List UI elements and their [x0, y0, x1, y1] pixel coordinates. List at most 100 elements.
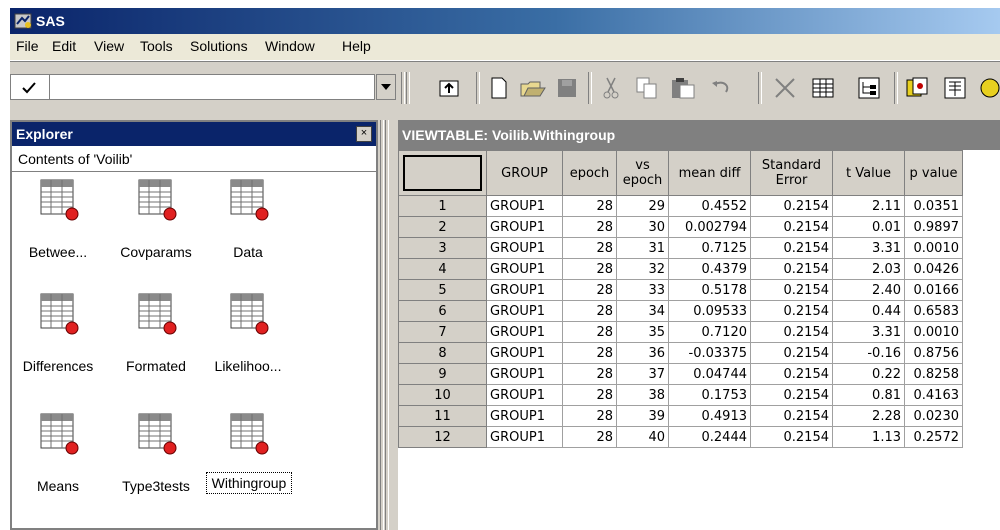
row-number[interactable]: 3 — [398, 237, 487, 259]
explorer-item-data[interactable]: Data — [202, 178, 294, 274]
table-cell[interactable]: -0.16 — [832, 342, 905, 364]
table-cell[interactable]: 0.2154 — [750, 237, 833, 259]
table-cell[interactable]: 0.0010 — [904, 321, 963, 343]
menu-window[interactable]: Window — [265, 38, 315, 54]
table-cell[interactable]: 38 — [616, 384, 669, 406]
table-cell[interactable]: GROUP1 — [486, 300, 563, 322]
table-cell[interactable]: 28 — [562, 216, 617, 238]
table-cell[interactable]: 28 — [562, 426, 617, 448]
open-button[interactable] — [518, 74, 548, 102]
table-row[interactable]: 1 GROUP1 28 29 0.4552 0.2154 2.11 0.0351 — [398, 195, 963, 217]
table-cell[interactable]: 0.7120 — [668, 321, 751, 343]
table-cell[interactable]: 0.6583 — [904, 300, 963, 322]
menu-view[interactable]: View — [94, 38, 124, 54]
cut-button[interactable] — [596, 74, 626, 102]
title-bar[interactable]: SAS — [10, 8, 1000, 34]
row-number[interactable]: 12 — [398, 426, 487, 448]
submit-command-button[interactable] — [10, 74, 50, 100]
table-cell[interactable]: 28 — [562, 321, 617, 343]
table-cell[interactable]: 0.4163 — [904, 384, 963, 406]
explorer-item-differences[interactable]: Differences — [12, 292, 104, 388]
table-cell[interactable]: 2.11 — [832, 195, 905, 217]
table-cell[interactable]: 28 — [562, 300, 617, 322]
command-dropdown-button[interactable] — [376, 74, 396, 100]
table-cell[interactable]: 28 — [562, 279, 617, 301]
row-number[interactable]: 7 — [398, 321, 487, 343]
table-cell[interactable]: 0.5178 — [668, 279, 751, 301]
menu-tools[interactable]: Tools — [140, 38, 173, 54]
row-number[interactable]: 11 — [398, 405, 487, 427]
row-number[interactable]: 1 — [398, 195, 487, 217]
menu-edit[interactable]: Edit — [52, 38, 76, 54]
column-header[interactable]: Standard Error — [750, 150, 833, 196]
table-row[interactable]: 9 GROUP1 28 37 0.04744 0.2154 0.22 0.8258 — [398, 363, 963, 385]
table-row[interactable]: 5 GROUP1 28 33 0.5178 0.2154 2.40 0.0166 — [398, 279, 963, 301]
command-input[interactable] — [50, 74, 375, 100]
table-cell[interactable]: 35 — [616, 321, 669, 343]
table-cell[interactable]: 0.1753 — [668, 384, 751, 406]
table-cell[interactable]: GROUP1 — [486, 426, 563, 448]
table-cell[interactable]: 0.2572 — [904, 426, 963, 448]
table-cell[interactable]: 28 — [562, 405, 617, 427]
row-number[interactable]: 9 — [398, 363, 487, 385]
table-cell[interactable]: 3.31 — [832, 237, 905, 259]
table-cell[interactable]: 29 — [616, 195, 669, 217]
row-number[interactable]: 5 — [398, 279, 487, 301]
row-number[interactable]: 8 — [398, 342, 487, 364]
table-cell[interactable]: 33 — [616, 279, 669, 301]
column-header[interactable]: t Value — [832, 150, 905, 196]
open-folder-button[interactable] — [434, 74, 464, 102]
table-cell[interactable]: GROUP1 — [486, 216, 563, 238]
table-cell[interactable]: 0.2154 — [750, 405, 833, 427]
delete-button[interactable] — [770, 74, 800, 102]
table-cell[interactable]: 0.002794 — [668, 216, 751, 238]
menu-help[interactable]: Help — [342, 38, 371, 54]
table-cell[interactable]: 0.04744 — [668, 363, 751, 385]
table-cell[interactable]: 0.2154 — [750, 363, 833, 385]
table-cell[interactable]: GROUP1 — [486, 384, 563, 406]
table-cell[interactable]: GROUP1 — [486, 405, 563, 427]
table-cell[interactable]: 0.4913 — [668, 405, 751, 427]
explorer-title-bar[interactable]: Explorer × — [12, 122, 376, 146]
table-cell[interactable]: 31 — [616, 237, 669, 259]
table-cell[interactable]: 0.2154 — [750, 384, 833, 406]
table-cell[interactable]: 0.44 — [832, 300, 905, 322]
table-cell[interactable]: GROUP1 — [486, 195, 563, 217]
explorer-item-withingroup[interactable]: Withingroup — [202, 412, 294, 508]
table-cell[interactable]: 0.0230 — [904, 405, 963, 427]
undo-button[interactable] — [706, 74, 736, 102]
table-row[interactable]: 7 GROUP1 28 35 0.7120 0.2154 3.31 0.0010 — [398, 321, 963, 343]
grid-button[interactable] — [808, 74, 838, 102]
table-row[interactable]: 2 GROUP1 28 30 0.002794 0.2154 0.01 0.9897 — [398, 216, 963, 238]
table-cell[interactable]: 28 — [562, 237, 617, 259]
table-cell[interactable]: 30 — [616, 216, 669, 238]
table-cell[interactable]: 0.2154 — [750, 342, 833, 364]
table-cell[interactable]: 28 — [562, 363, 617, 385]
table-cell[interactable]: 40 — [616, 426, 669, 448]
pane-splitter[interactable] — [378, 120, 392, 530]
libraries-button[interactable] — [940, 74, 970, 102]
table-cell[interactable]: 28 — [562, 195, 617, 217]
table-cell[interactable]: 0.09533 — [668, 300, 751, 322]
table-cell[interactable]: 28 — [562, 342, 617, 364]
table-cell[interactable]: 0.4379 — [668, 258, 751, 280]
table-cell[interactable]: 0.9897 — [904, 216, 963, 238]
table-cell[interactable]: GROUP1 — [486, 363, 563, 385]
toolbar-overflow-button[interactable] — [978, 74, 1000, 102]
table-cell[interactable]: GROUP1 — [486, 237, 563, 259]
column-header[interactable]: epoch — [562, 150, 617, 196]
table-row[interactable]: 10 GROUP1 28 38 0.1753 0.2154 0.81 0.4163 — [398, 384, 963, 406]
table-cell[interactable]: 0.2154 — [750, 426, 833, 448]
explorer-item-betweengroup[interactable]: Betwee... — [12, 178, 104, 274]
explorer-item-means[interactable]: Means — [12, 412, 104, 508]
table-cell[interactable]: 36 — [616, 342, 669, 364]
table-cell[interactable]: 34 — [616, 300, 669, 322]
row-number[interactable]: 6 — [398, 300, 487, 322]
table-cell[interactable]: 0.2154 — [750, 279, 833, 301]
paste-button[interactable] — [668, 74, 698, 102]
table-row[interactable]: 8 GROUP1 28 36 -0.03375 0.2154 -0.16 0.8756 — [398, 342, 963, 364]
table-cell[interactable]: GROUP1 — [486, 258, 563, 280]
table-cell[interactable]: -0.03375 — [668, 342, 751, 364]
table-cell[interactable]: 0.0351 — [904, 195, 963, 217]
table-cell[interactable]: 0.7125 — [668, 237, 751, 259]
